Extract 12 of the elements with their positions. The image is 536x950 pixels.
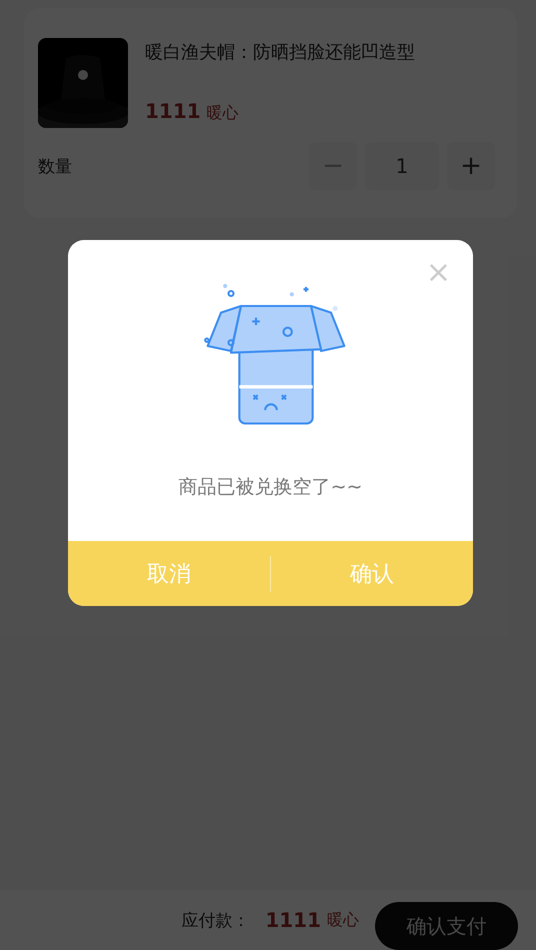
- confirm-button[interactable]: 确认: [271, 541, 473, 606]
- total-unit: 暖心: [327, 910, 359, 930]
- cancel-button[interactable]: 取消: [68, 541, 270, 606]
- close-button[interactable]: ×: [426, 258, 451, 288]
- sold-out-message: 商品已被兑换空了~~: [178, 475, 364, 500]
- product-title: 暖白渔夫帽：防晒挡脸还能凹造型: [145, 41, 415, 64]
- quantity-label: 数量: [38, 156, 73, 178]
- price-amount: 1111: [145, 99, 201, 123]
- payable-label: 应付款：: [181, 910, 250, 932]
- total-amount: 1111: [265, 908, 321, 932]
- pay-button[interactable]: 确认支付: [375, 902, 518, 950]
- price-unit: 暖心: [206, 103, 239, 124]
